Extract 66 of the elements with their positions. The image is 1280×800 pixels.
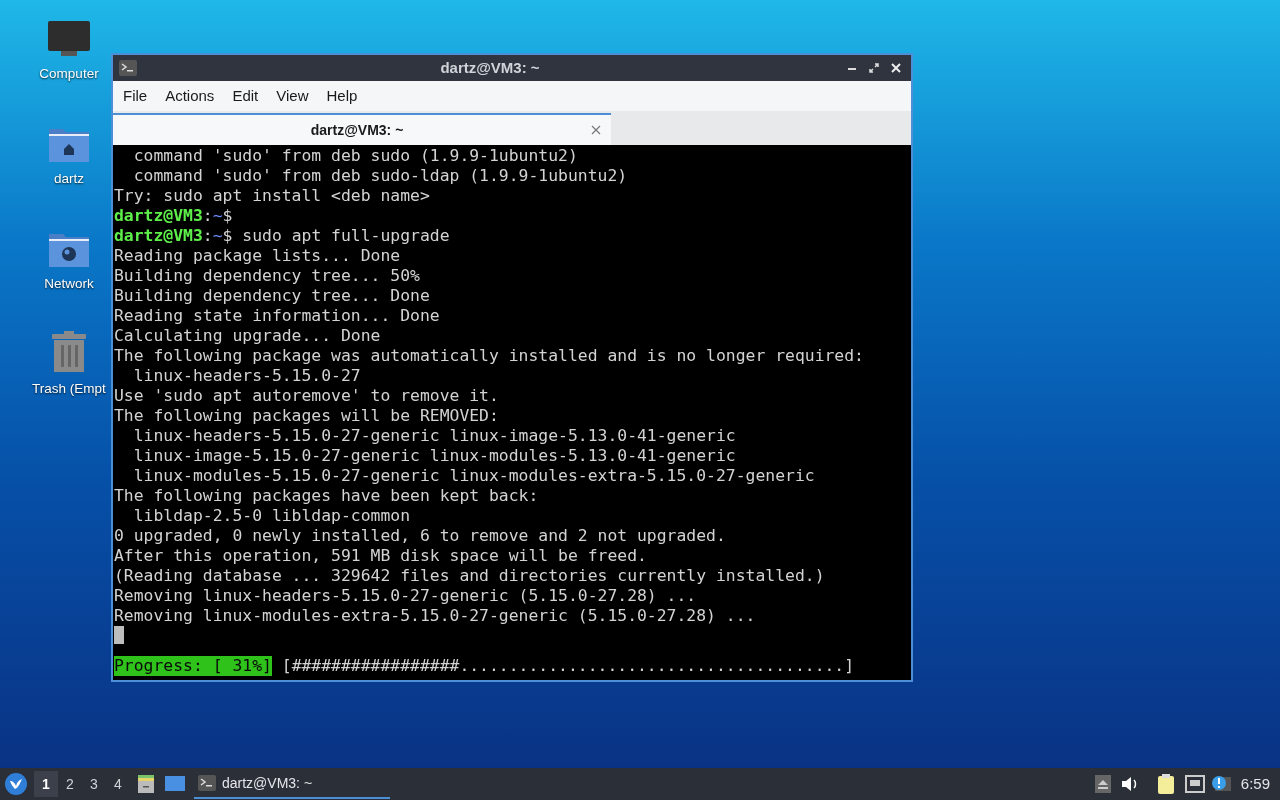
terminal-output-line: The following packages will be REMOVED: [114,406,500,426]
progress-label: Progress: [ 31%] [114,656,272,676]
prompt-symbol: $ [222,226,233,246]
trash-icon [50,331,88,373]
desktop-icon-label[interactable]: Network [44,274,94,295]
terminal-output-line: libldap-2.5-0 libldap-common [132,506,412,526]
tab-label: dartz@VM3: ~ [309,120,405,140]
desktop-icon-label[interactable]: dartz [54,169,84,190]
terminal-output-line: Building dependency tree... 50% [114,266,421,286]
terminal-output-line: command 'sudo' from deb sudo (1.9.9-1ubuntu2) [132,146,579,166]
file-cabinet-icon[interactable] [136,774,156,794]
terminal-output-line: Reading package lists... Done [114,246,402,266]
prompt-user: dartz@VM3 [114,226,203,246]
menu-item[interactable]: File [115,84,156,108]
menu-item[interactable]: Actions [157,84,223,108]
workspace-button[interactable]: 2 [58,771,82,797]
terminal-output-line: Removing linux-headers-5.15.0-27-generic (5.15.0-27.28) ... [114,586,698,606]
prompt-path: ~ [212,226,223,246]
menu-item[interactable]: Edit [224,84,267,108]
desktop-icon[interactable] [164,775,186,793]
terminal-output-line: Calculating upgrade... Done [114,326,382,346]
workspace-button[interactable]: 4 [106,771,130,797]
speaker-icon[interactable] [1120,776,1139,792]
terminal-output-line: After this operation, 591 MB disk space will be freed. [114,546,648,566]
terminal-output-line: Reading state information... Done [114,306,441,326]
network-port-icon[interactable] [1184,775,1205,793]
monitor-icon [47,20,91,58]
terminal-output-line: The following package was automatically installed and is no longer required: [114,346,865,366]
terminal-output-line: linux-headers-5.15.0-27-generic linux-image-5.13.0-41-generic [132,426,737,446]
terminal-output-line: Use 'sudo apt autoremove' to remove it. [114,386,500,406]
eject-icon[interactable] [1094,775,1111,793]
prompt-path: ~ [212,206,223,226]
progress-bar-text: [#################.......................................] [280,656,855,676]
prompt-separator: : [202,206,213,226]
terminal-output-line: linux-image-5.15.0-27-generic linux-modules-5.13.0-41-generic [132,446,737,466]
terminal-output-line: 0 upgraded, 0 newly installed, 6 to remove and 2 not upgraded. [114,526,727,546]
taskbar-window-button[interactable]: dartz@VM3: ~ [194,769,390,799]
terminal-output-line: Removing linux-modules-extra-5.15.0-27-generic (5.15.0-27.28) ... [114,606,757,626]
terminal-icon [198,775,216,791]
workspace-button[interactable]: 3 [82,771,106,797]
maximize-icon [869,63,879,73]
prompt-user: dartz@VM3 [114,206,203,226]
clipboard-icon[interactable] [1156,774,1175,794]
prompt-separator: : [202,226,213,246]
menu-item[interactable]: View [268,84,317,108]
terminal-output-line: Try: sudo apt install <deb name> [114,186,431,206]
terminal-output-line: command 'sudo' from deb sudo-ldap (1.9.9-1ubuntu2) [132,166,629,186]
terminal-command: sudo apt full-upgrade [241,226,450,246]
terminal-output-line: linux-modules-5.15.0-27-generic linux-modules-extra-5.15.0-27-generic [132,466,816,486]
terminal-icon [119,60,137,76]
close-icon [891,63,901,73]
workspace-button[interactable]: 1 [34,771,58,797]
terminal-output-line: (Reading database ... 329642 files and directories currently installed.) [114,566,826,586]
window-title: dartz@VM3: ~ [439,57,541,78]
terminal-tab[interactable]: dartz@VM3: ~ [113,113,611,145]
prompt-symbol: $ [222,206,233,226]
terminal-output-line: The following packages have been kept back: [114,486,540,506]
text-cursor [114,626,124,644]
close-tab-icon[interactable] [591,125,601,135]
menu-item[interactable]: Help [318,84,366,108]
notification-icon[interactable] [1210,775,1231,793]
clock[interactable]: 6:59 [1240,772,1270,796]
desktop-icon-label[interactable]: Trash (Empt [32,379,106,400]
terminal-output-line: linux-headers-5.15.0-27 [132,366,362,386]
terminal-output-line: Building dependency tree... Done [114,286,431,306]
start-menu-icon[interactable] [4,772,28,796]
